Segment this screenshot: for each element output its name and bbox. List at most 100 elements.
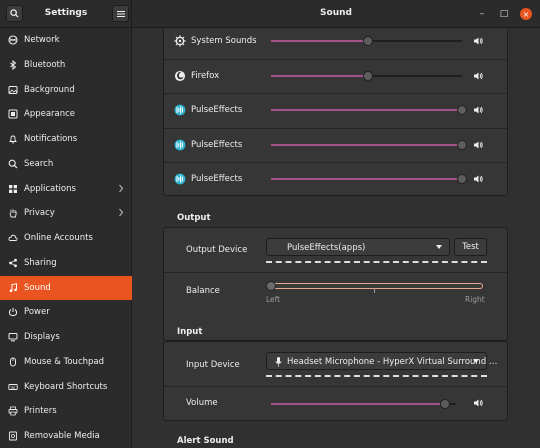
app-volume-slider[interactable] [271,36,462,46]
slider-fill [271,74,368,77]
network-icon [8,35,18,45]
sidebar-item-privacy[interactable]: Privacy [0,201,132,225]
output-device-value: PulseEffects(apps) [287,243,366,253]
chevron-right-icon [119,184,124,192]
balance-label: Balance [186,286,220,296]
close-button[interactable]: × [520,8,532,20]
display-icon [8,332,18,342]
slider-fill [271,143,462,146]
app-volume-row: System Sounds [164,29,507,58]
slider-fill [271,109,462,111]
slider-knob[interactable] [457,174,467,184]
sidebar-item-search[interactable]: Search [0,152,132,176]
sidebar-item-keyboard-shortcuts[interactable]: Keyboard Shortcuts [0,375,132,399]
output-card: Output Device PulseEffects(apps) Test Ba… [163,227,508,341]
volume-icon[interactable] [473,174,483,184]
slider-knob[interactable] [457,139,467,150]
input-device-value: Headset Microphone - HyperX Virtual Surr… [287,357,498,367]
test-button[interactable]: Test [454,238,487,256]
sidebar-item-bluetooth[interactable]: Bluetooth [0,53,132,77]
volume-icon[interactable] [473,140,483,150]
app-volume-row: PulseEffects [164,93,507,127]
sidebar: Network Bluetooth Background Appearance Noti… [0,28,132,448]
sidebar-item-sharing[interactable]: Sharing [0,251,132,275]
output-device-combo[interactable]: PulseEffects(apps) [266,238,450,256]
sidebar-item-label: Background [24,84,75,95]
search-icon [8,159,18,169]
app-volume-slider[interactable] [271,105,467,115]
sidebar-item-label: Sharing [24,257,57,268]
input-volume-slider[interactable] [271,399,456,409]
chevron-down-icon [473,359,479,363]
display-icon [8,333,18,342]
output-device-label: Output Device [186,245,248,255]
slider-knob[interactable] [457,105,467,115]
printer-icon [8,406,18,416]
sidebar-item-network[interactable]: Network [0,28,132,52]
pulseeffects-icon [174,104,186,116]
divider [164,386,507,387]
sidebar-item-background[interactable]: Background [0,78,132,102]
app-volume-slider[interactable] [271,174,467,184]
media-icon [8,431,18,441]
sidebar-header: Settings [0,0,132,28]
appearance-icon [8,109,18,119]
slider-knob[interactable] [440,399,450,409]
app-name: System Sounds [191,36,257,46]
firefox-icon [174,70,186,82]
sidebar-item-printers[interactable]: Printers [0,399,132,423]
minimize-button[interactable]: – [476,8,488,20]
sidebar-item-label: Removable Media [24,431,100,441]
output-section-title: Output [177,213,211,223]
balance-left-label: Left [266,295,281,304]
slider-fill [271,403,445,405]
sidebar-item-label: Printers [24,406,57,417]
pulseeffects-icon [174,139,186,151]
maximize-button[interactable]: □ [498,8,510,20]
volume-icon[interactable] [473,36,483,46]
volume-icon[interactable] [473,398,483,408]
share-icon [9,258,17,267]
keyboard-icon [8,382,18,392]
sidebar-item-sound[interactable]: Sound [0,275,132,300]
slider-fill [271,178,462,180]
pulseeffects-icon [174,173,186,185]
pulseeffects-icon [174,104,186,116]
bluetooth-icon [10,59,17,70]
chevron-right-icon [119,208,124,217]
app-volume-slider[interactable] [271,139,467,150]
sidebar-item-label: Displays [24,332,60,342]
balance-knob[interactable] [266,281,276,291]
network-icon [8,35,18,45]
sidebar-item-notifications[interactable]: Notifications [0,127,132,151]
sidebar-item-applications[interactable]: Applications [0,177,132,201]
app-name: Firefox [191,70,220,81]
app-name: PulseEffects [191,139,243,150]
menu-button[interactable] [112,5,129,22]
system-sounds-icon [174,35,186,47]
volume-icon[interactable] [473,71,483,81]
sound-panel: System Sounds Firefox PulseEffects PulseEff… [133,29,540,448]
cloud-icon [8,234,18,241]
sidebar-item-mouse-touchpad[interactable]: Mouse & Touchpad [0,350,132,374]
volume-icon[interactable] [473,105,483,115]
sidebar-item-appearance[interactable]: Appearance [0,102,132,126]
sidebar-item-label: Sound [24,282,51,293]
sidebar-item-displays[interactable]: Displays [0,325,132,349]
slider-fill [271,40,368,42]
slider-knob[interactable] [363,36,373,46]
input-device-combo[interactable]: Headset Microphone - HyperX Virtual Surr… [266,352,497,370]
sidebar-item-power[interactable]: Power [0,300,132,324]
mouse-icon [8,357,18,367]
header-bar: Settings Sound – □ × [0,0,540,28]
share-icon [8,258,18,268]
input-device-label: Input Device [186,360,240,370]
sidebar-item-online-accounts[interactable]: Online Accounts [0,226,132,250]
app-volume-slider[interactable] [271,70,462,81]
slider-knob[interactable] [363,70,373,81]
applications-icon [9,184,17,193]
sidebar-item-removable-media[interactable]: Removable Media [0,424,132,448]
microphone-icon [275,357,282,367]
keyboard-icon [8,383,18,390]
balance-slider[interactable] [266,280,483,294]
